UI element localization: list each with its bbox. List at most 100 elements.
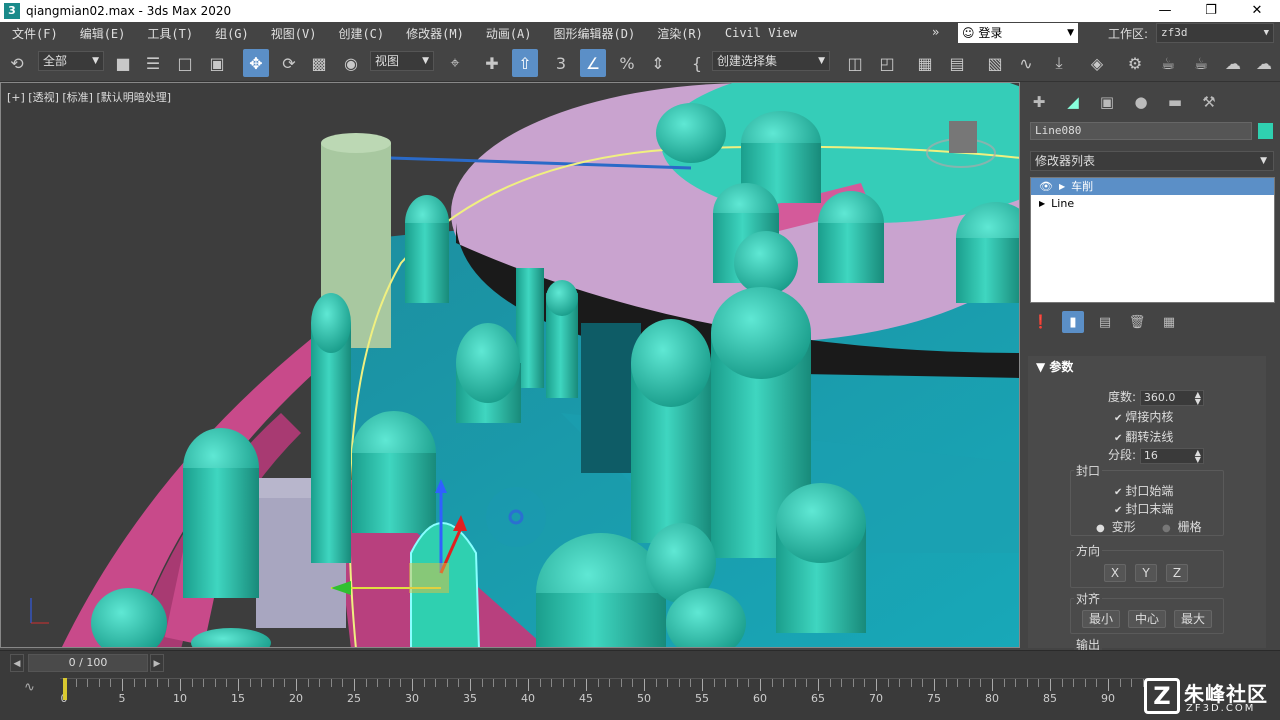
radio-selected-icon: ● [1096, 523, 1105, 534]
select-by-name-icon[interactable]: ☰ [140, 49, 166, 77]
menu-animation[interactable]: 动画(A) [474, 25, 542, 42]
material-editor-icon[interactable]: ◈ [1084, 49, 1110, 77]
workspace-select[interactable]: zf3d ▼ [1156, 23, 1274, 43]
configure-modifier-sets-icon[interactable]: ▦ [1158, 311, 1180, 333]
utilities-tab-icon[interactable]: ⚒ [1198, 91, 1220, 113]
next-frame-icon[interactable]: ▶ [150, 654, 164, 672]
modify-tab-icon[interactable]: ◢ [1062, 91, 1084, 113]
select-manipulate-icon[interactable]: ✚ [479, 49, 505, 77]
track-tick [435, 679, 437, 687]
pivot-center-icon[interactable]: ⌖ [442, 49, 468, 77]
menu-file[interactable]: 文件(F) [0, 25, 68, 42]
object-color-swatch[interactable] [1258, 123, 1273, 139]
axis-y-button[interactable]: Y [1135, 564, 1157, 582]
cap-end-checkbox[interactable]: ✔ 封口末端 [1114, 500, 1173, 517]
expand-icon[interactable]: ▶ [1059, 178, 1065, 195]
menu-tools[interactable]: 工具(T) [135, 25, 203, 42]
track-bar-ruler[interactable]: 051015202530354045505560657075808590 [60, 678, 1150, 714]
track-tick [713, 679, 715, 687]
align-center-button[interactable]: 中心 [1128, 610, 1166, 628]
a360-gallery-icon[interactable]: ☁ [1251, 49, 1277, 77]
spinner-arrows-icon[interactable]: ▲ ▼ [1195, 390, 1201, 405]
ribbon-toggle-icon[interactable]: ▧ [982, 49, 1008, 77]
show-end-result-icon[interactable]: ▮ [1062, 311, 1084, 333]
previous-frame-icon[interactable]: ◀ [10, 654, 24, 672]
percent-snap-icon[interactable]: % [614, 49, 640, 77]
menu-group[interactable]: 组(G) [203, 25, 259, 42]
mini-curve-editor-icon[interactable]: ∿ [24, 680, 35, 695]
cap-start-checkbox[interactable]: ✔ 封口始端 [1114, 482, 1173, 499]
hierarchy-tab-icon[interactable]: ▣ [1096, 91, 1118, 113]
viewport-label[interactable]: [+] [透视] [标准] [默认明暗处理] [7, 89, 171, 105]
morph-radio[interactable]: ● 变形 [1096, 518, 1136, 535]
flip-normals-checkbox[interactable]: ✔ 翻转法线 [1114, 428, 1173, 445]
create-tab-icon[interactable]: ✚ [1028, 91, 1050, 113]
layer-explorer-icon[interactable]: ▤ [944, 49, 970, 77]
render-in-cloud-icon[interactable]: ☁ [1220, 49, 1246, 77]
restore-button[interactable]: ❐ [1188, 0, 1234, 22]
expand-icon[interactable]: ▶ [1039, 195, 1045, 212]
select-object-icon[interactable]: ■ [110, 49, 136, 77]
stack-item-lathe[interactable]: 👁 ▶ 车削 [1031, 178, 1274, 195]
curve-editor-icon[interactable]: ∿ [1013, 49, 1039, 77]
select-scale-icon[interactable]: ▩ [306, 49, 332, 77]
menu-civil-view[interactable]: Civil View [713, 26, 807, 40]
menu-create[interactable]: 创建(C) [326, 25, 394, 42]
menu-modifiers[interactable]: 修改器(M) [394, 25, 474, 42]
snaps-toggle-icon[interactable]: 3 [548, 49, 574, 77]
login-dropdown[interactable]: ☺ 登录 ▼ [958, 23, 1078, 43]
track-bar[interactable]: 051015202530354045505560657075808590 [0, 674, 1280, 720]
menu-views[interactable]: 视图(V) [259, 25, 327, 42]
window-crossing-icon[interactable]: ▣ [204, 49, 230, 77]
undo-icon[interactable]: ⟲ [4, 49, 30, 77]
rendered-frame-window-icon[interactable]: ☕ [1155, 49, 1181, 77]
menu-graph-editors[interactable]: 图形编辑器(D) [542, 25, 646, 42]
angle-snap-icon[interactable]: ∠ [580, 49, 606, 77]
rollout-header[interactable]: ▼ 参数 [1028, 356, 1266, 378]
degrees-spinner[interactable]: 360.0 ▲ ▼ [1139, 389, 1204, 406]
menu-edit[interactable]: 编辑(E) [68, 25, 136, 42]
align-max-button[interactable]: 最大 [1174, 610, 1212, 628]
close-button[interactable]: ✕ [1234, 0, 1280, 22]
perspective-viewport[interactable]: [+] [透视] [标准] [默认明暗处理] [0, 82, 1020, 648]
track-tick [667, 679, 669, 687]
keyboard-shortcut-override-icon[interactable]: ⇧ [512, 49, 538, 77]
weld-core-checkbox[interactable]: ✔ 焊接内核 [1114, 408, 1173, 425]
spinner-arrows-icon[interactable]: ▲ ▼ [1195, 448, 1201, 463]
time-slider-thumb[interactable]: 0 / 100 [28, 654, 148, 672]
edit-named-selection-icon[interactable]: { [684, 49, 710, 77]
motion-tab-icon[interactable]: ● [1130, 91, 1152, 113]
render-production-icon[interactable]: ☕ [1188, 49, 1214, 77]
menu-overflow[interactable]: » [920, 25, 949, 39]
axis-x-button[interactable]: X [1104, 564, 1126, 582]
minimize-button[interactable]: — [1142, 0, 1188, 22]
make-unique-icon[interactable]: ▤ [1094, 311, 1116, 333]
align-icon[interactable]: ◰ [874, 49, 900, 77]
schematic-view-icon[interactable]: ⤓ [1046, 49, 1072, 77]
remove-modifier-icon[interactable]: 🗑 [1126, 311, 1148, 333]
render-setup-icon[interactable]: ⚙ [1122, 49, 1148, 77]
reference-coordinate-dropdown[interactable]: 视图 ▼ [370, 51, 434, 71]
select-rotate-icon[interactable]: ⟳ [276, 49, 302, 77]
selection-filter-value: 全部 [43, 54, 68, 68]
align-min-button[interactable]: 最小 [1082, 610, 1120, 628]
named-selection-dropdown[interactable]: 创建选择集 ▼ [712, 51, 830, 71]
grid-radio[interactable]: ● 栅格 [1162, 518, 1202, 535]
scene-explorer-icon[interactable]: ▦ [912, 49, 938, 77]
modifier-list-dropdown[interactable]: 修改器列表 ▼ [1030, 151, 1274, 171]
spinner-snap-icon[interactable]: ⇕ [645, 49, 671, 77]
mirror-icon[interactable]: ◫ [842, 49, 868, 77]
pin-stack-icon[interactable]: ❗ [1030, 311, 1052, 333]
eye-icon[interactable]: 👁 [1039, 178, 1053, 195]
display-tab-icon[interactable]: ▬ [1164, 91, 1186, 113]
select-place-icon[interactable]: ◉ [338, 49, 364, 77]
axis-z-button[interactable]: Z [1166, 564, 1188, 582]
segments-spinner[interactable]: 16 ▲ ▼ [1139, 447, 1204, 464]
current-frame-marker[interactable] [63, 678, 67, 700]
selection-filter-dropdown[interactable]: 全部 ▼ [38, 51, 104, 71]
select-move-icon[interactable]: ✥ [243, 49, 269, 77]
stack-item-line[interactable]: ▶ Line [1031, 195, 1274, 212]
object-name-field[interactable]: Line080 [1030, 122, 1252, 140]
rectangular-selection-icon[interactable]: □ [172, 49, 198, 77]
menu-rendering[interactable]: 渲染(R) [645, 25, 713, 42]
